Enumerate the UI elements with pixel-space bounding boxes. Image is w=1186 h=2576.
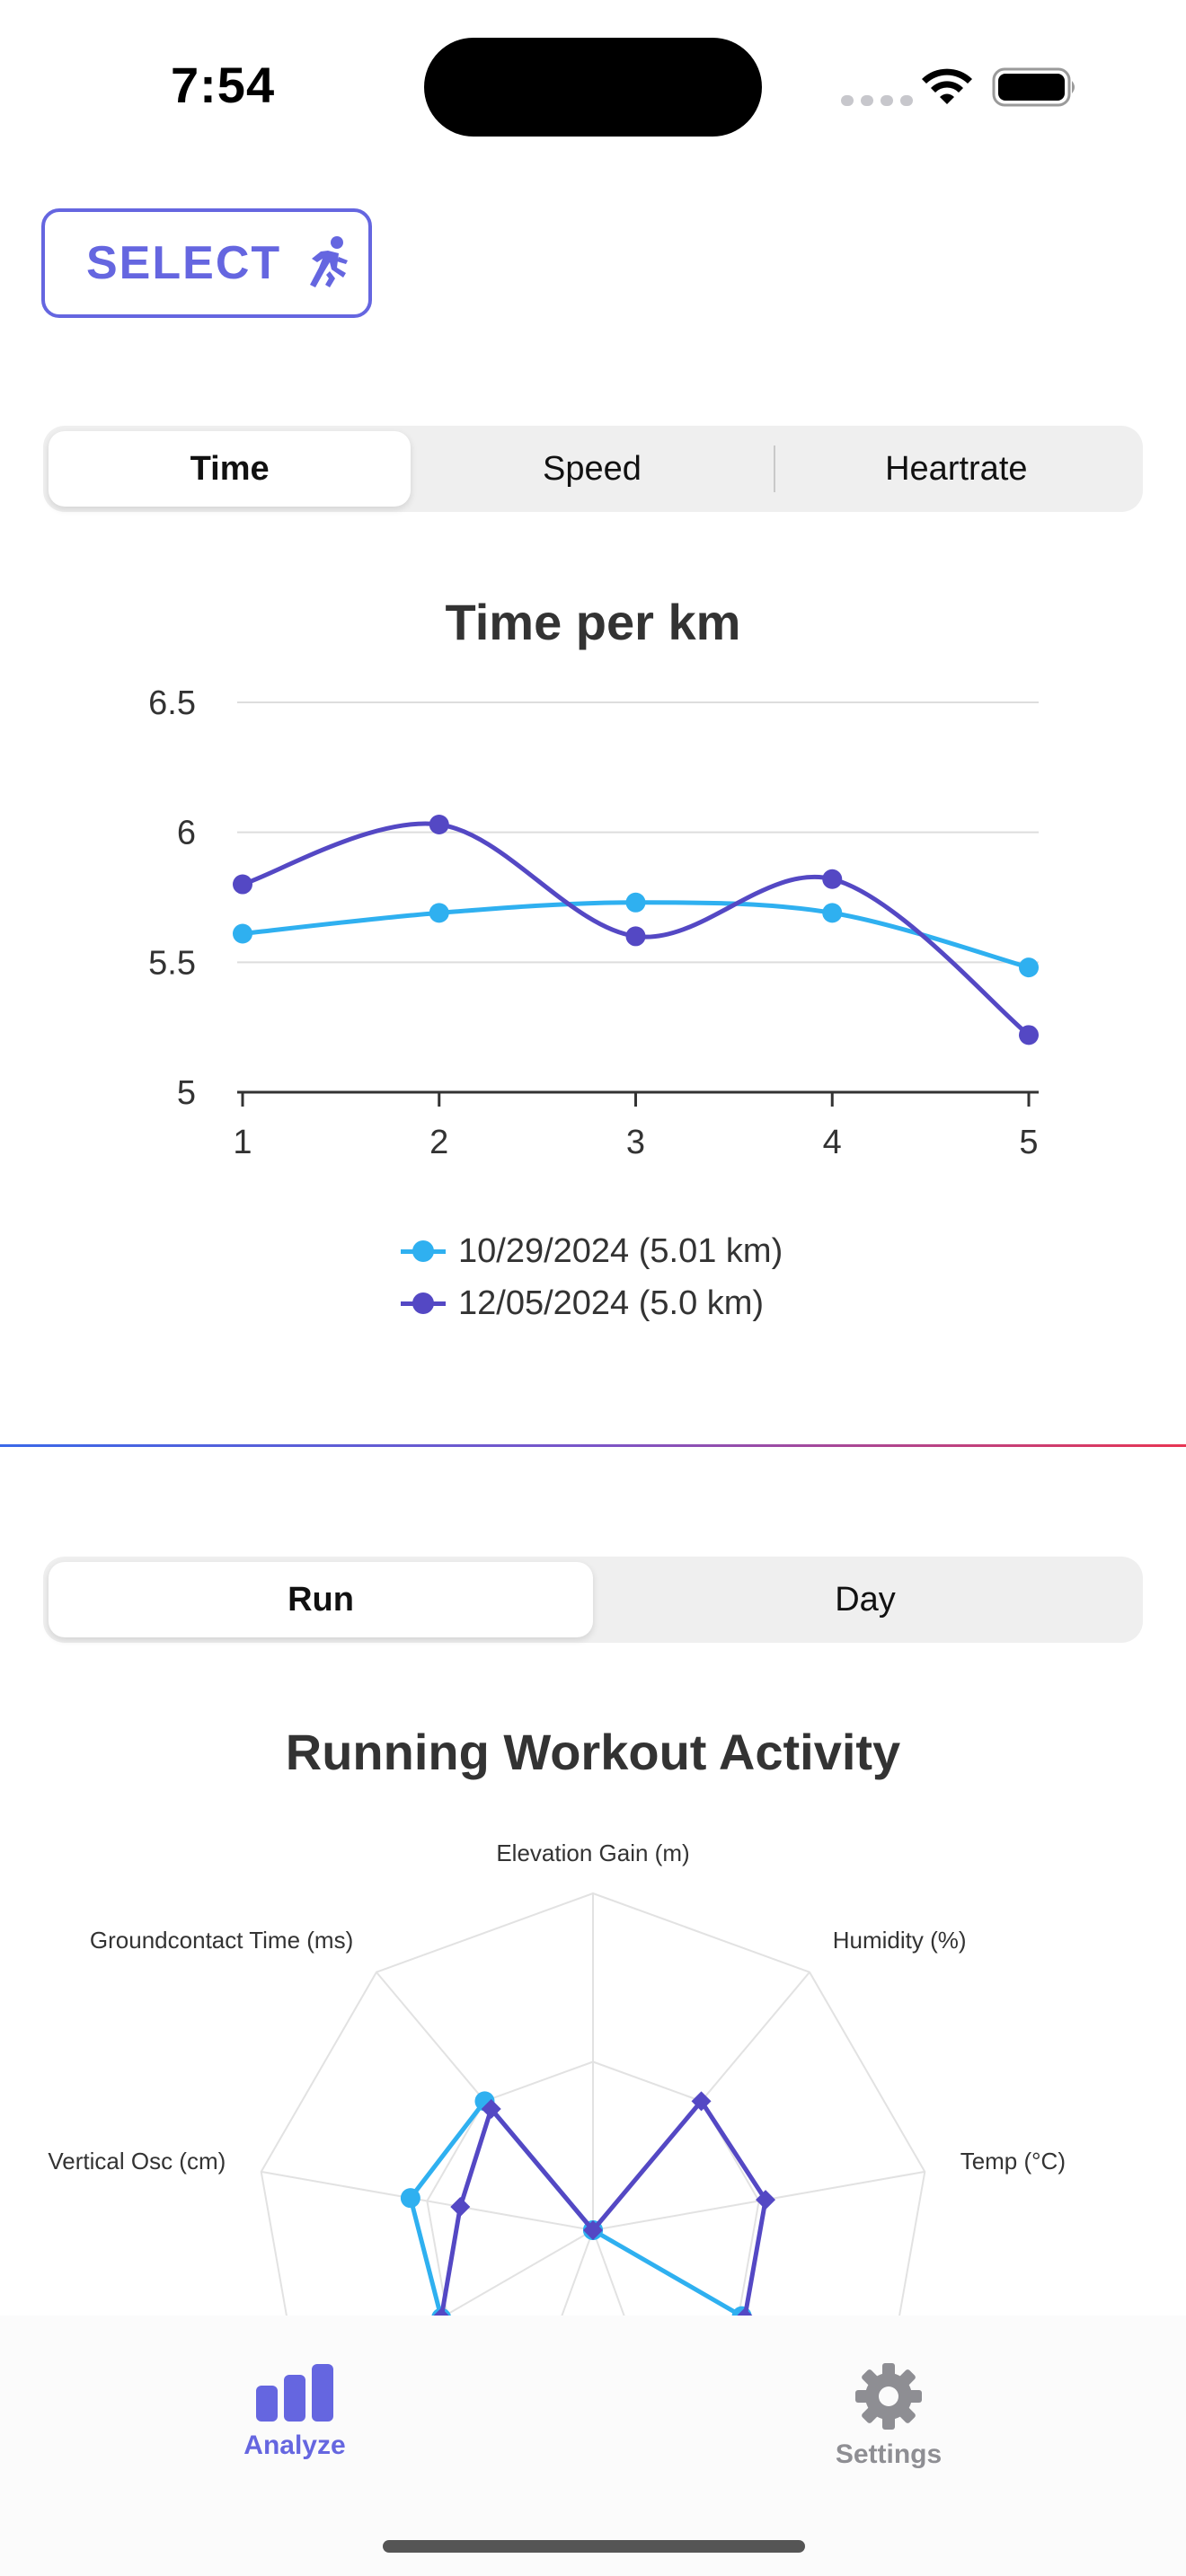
gear-icon [855, 2363, 922, 2430]
tab-analyze[interactable]: Analyze [160, 2362, 429, 2461]
section-divider [0, 1444, 1186, 1447]
x-tick-label: 3 [626, 1124, 645, 1161]
radar-point [400, 2188, 420, 2209]
running-activity-radar-chart: Elevation Gain (m)Humidity (%)Temp (°C)D… [48, 1839, 1066, 2316]
radar-point [450, 2196, 471, 2217]
y-tick-label: 5 [177, 1074, 196, 1112]
period-segmented-control: Run Day [43, 1557, 1143, 1643]
tab-time[interactable]: Time [49, 431, 412, 507]
legend-label: 10/29/2024 (5.01 km) [458, 1231, 783, 1270]
tab-speed[interactable]: Speed [411, 431, 773, 507]
tab-analyze-label: Analyze [243, 2430, 346, 2460]
y-tick-label: 5.5 [148, 944, 196, 982]
radar-spoke [561, 2229, 594, 2316]
radar-spoke [261, 2170, 594, 2231]
tab-day[interactable]: Day [593, 1562, 1137, 1637]
y-tick-label: 6 [177, 815, 196, 852]
data-point [822, 903, 843, 923]
radar-chart-title: Running Workout Activity [285, 1724, 901, 1780]
radar-spoke [592, 2229, 743, 2316]
wifi-icon [922, 68, 972, 104]
data-point [429, 814, 449, 834]
legend-item[interactable]: 10/29/2024 (5.01 km) [401, 1225, 783, 1277]
data-point [625, 926, 646, 947]
home-indicator [383, 2540, 805, 2553]
x-tick-label: 5 [1019, 1124, 1038, 1161]
tab-heartrate[interactable]: Heartrate [775, 431, 1137, 507]
chart-legend: 10/29/2024 (5.01 km) 12/05/2024 (5.0 km) [401, 1225, 783, 1329]
radar-axis-label: Elevation Gain (m) [496, 1839, 689, 1866]
tab-settings[interactable]: Settings [754, 2362, 1023, 2470]
x-tick-label: 2 [429, 1124, 448, 1161]
status-time: 7:54 [171, 57, 276, 113]
running-figure-icon [310, 236, 349, 287]
radar-axis-label: Humidity (%) [833, 1927, 967, 1954]
data-point [233, 923, 252, 944]
select-run-button[interactable]: SELECT [41, 208, 372, 318]
data-point [625, 892, 646, 913]
metric-segmented-control: Time Speed Heartrate [43, 426, 1143, 512]
y-tick-label: 6.5 [148, 684, 196, 722]
tab-settings-label: Settings [835, 2439, 943, 2469]
legend-marker-icon [401, 1240, 446, 1262]
data-point [1019, 1025, 1039, 1045]
x-tick-label: 4 [823, 1124, 842, 1161]
data-point [1019, 957, 1039, 978]
bar-chart-icon [256, 2364, 333, 2422]
dynamic-island [424, 38, 762, 137]
legend-item[interactable]: 12/05/2024 (5.0 km) [401, 1277, 783, 1329]
gear-hole [879, 2386, 898, 2406]
cellular-signal-icon [841, 95, 913, 106]
radar-axis-label: Groundcontact Time (ms) [90, 1927, 353, 1954]
data-point [822, 869, 843, 889]
battery-icon [992, 67, 1075, 107]
legend-marker-icon [401, 1292, 446, 1314]
tab-bar: Analyze Settings [0, 2316, 1186, 2576]
legend-label: 12/05/2024 (5.0 km) [458, 1284, 765, 1322]
time-per-km-chart: 5 5.5 6 6.5 1 2 3 4 5 [148, 684, 1039, 1161]
x-tick-label: 1 [233, 1124, 252, 1161]
line-chart-title: Time per km [445, 594, 741, 650]
radar-axis-label: Temp (°C) [960, 2148, 1066, 2175]
radar-spoke [592, 2229, 625, 2316]
radar-axis-label: Vertical Osc (cm) [48, 2148, 226, 2175]
data-point [429, 903, 449, 923]
data-point [233, 874, 252, 895]
select-button-label: SELECT [86, 237, 282, 289]
tab-run[interactable]: Run [49, 1562, 593, 1637]
